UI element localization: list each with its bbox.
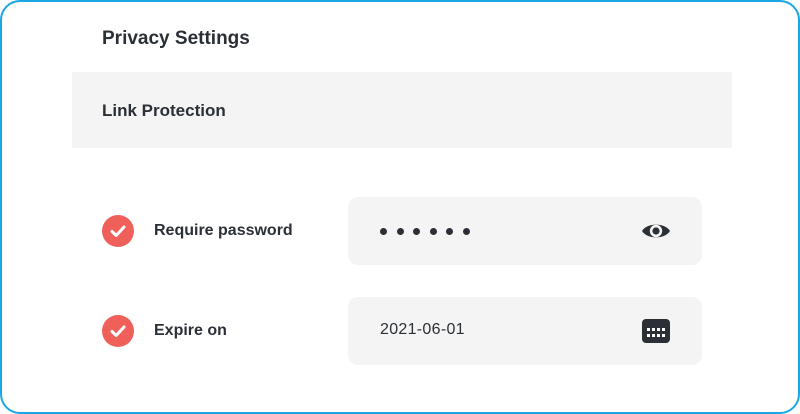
- expire-date-value: 2021-06-01: [380, 321, 465, 338]
- page-title: Privacy Settings: [102, 28, 250, 49]
- require-password-checkbox[interactable]: [102, 215, 134, 247]
- password-field[interactable]: [348, 197, 702, 265]
- settings-card: Privacy Settings Link Protection Require…: [0, 0, 800, 414]
- section-header: Link Protection: [72, 72, 732, 148]
- calendar-icon[interactable]: [640, 316, 672, 346]
- expire-date-field[interactable]: 2021-06-01: [348, 297, 702, 365]
- password-dot: [429, 227, 437, 235]
- password-dot: [446, 227, 453, 235]
- password-masked-value: [380, 223, 470, 239]
- expire-on-label: Expire on: [154, 322, 227, 339]
- eye-icon[interactable]: [640, 216, 672, 246]
- section-title: Link Protection: [102, 101, 226, 120]
- password-dot: [380, 227, 387, 235]
- password-dot: [462, 227, 470, 235]
- expire-on-checkbox[interactable]: [102, 315, 134, 347]
- password-dot: [413, 227, 420, 235]
- require-password-label: Require password: [154, 222, 293, 239]
- checkmark-icon: [110, 225, 126, 237]
- password-dot: [396, 227, 404, 235]
- checkmark-icon: [110, 325, 126, 337]
